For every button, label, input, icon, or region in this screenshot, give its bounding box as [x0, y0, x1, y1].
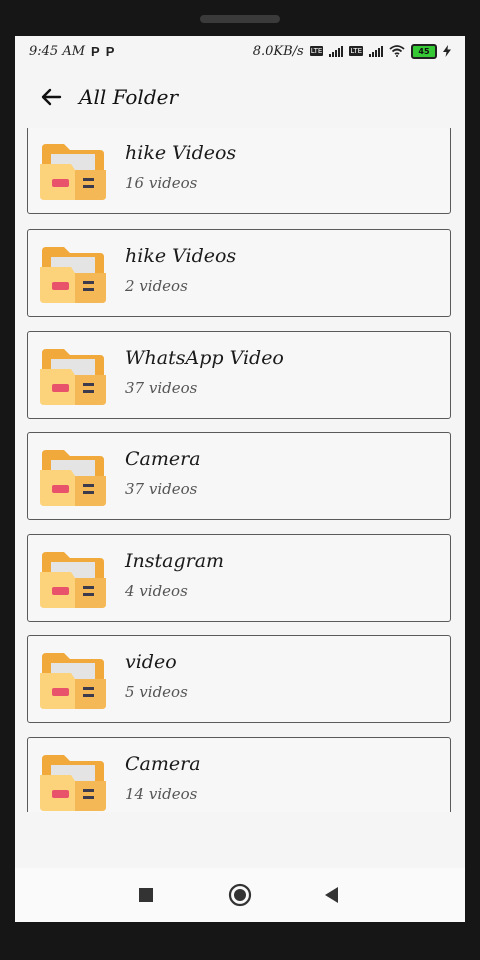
recents-button[interactable] [133, 882, 159, 908]
charging-icon [443, 45, 451, 57]
folder-icon [40, 552, 106, 608]
notification-icon: P [91, 43, 100, 59]
app-toolbar: All Folder [15, 66, 465, 128]
back-button[interactable] [31, 77, 71, 117]
folder-video-count: 4 videos [125, 582, 188, 600]
notification-icon: P [105, 43, 115, 59]
folder-item[interactable]: Camera 37 videos [27, 432, 451, 520]
folder-item[interactable]: hike Videos 2 videos [27, 229, 451, 317]
folder-video-count: 14 videos [125, 785, 198, 803]
folder-icon [40, 653, 106, 709]
signal-icon [329, 45, 344, 57]
triangle-back-icon [325, 887, 338, 903]
folder-video-count: 16 videos [125, 174, 198, 192]
folder-item[interactable]: Instagram 4 videos [27, 534, 451, 622]
folder-item[interactable]: video 5 videos [27, 635, 451, 723]
signal-icon [369, 45, 383, 57]
arrow-left-icon [41, 88, 62, 106]
folder-item[interactable]: WhatsApp Video 37 videos [27, 331, 451, 419]
square-icon [139, 888, 153, 902]
network-speed: 8.0KB/s [252, 43, 304, 59]
folder-list[interactable]: hike Videos 16 videos hike Videos 2 vide… [15, 128, 465, 812]
folder-item[interactable]: hike Videos 16 videos [27, 128, 451, 214]
folder-icon [40, 755, 106, 811]
folder-video-count: 2 videos [125, 277, 188, 295]
phone-frame: 9:45 AM P P 8.0KB/s LTE LTE 45 All Folde… [0, 0, 480, 960]
status-bar: 9:45 AM P P 8.0KB/s LTE LTE 45 [15, 36, 465, 66]
status-time: 9:45 AM [29, 43, 86, 59]
folder-video-count: 37 videos [125, 379, 198, 397]
page-title: All Folder [79, 85, 179, 109]
screen: 9:45 AM P P 8.0KB/s LTE LTE 45 All Folde… [15, 36, 465, 922]
phone-speaker [200, 15, 280, 23]
wifi-icon [389, 45, 405, 57]
circle-icon [228, 883, 252, 907]
folder-name: hike Videos [125, 245, 237, 267]
folder-name: video [125, 651, 177, 673]
nav-back-button[interactable] [319, 882, 345, 908]
folder-name: Camera [125, 753, 201, 775]
folder-name: WhatsApp Video [125, 347, 284, 369]
folder-video-count: 5 videos [125, 683, 188, 701]
folder-icon [40, 349, 106, 405]
battery-icon: 45 [411, 43, 437, 59]
folder-item[interactable]: Camera 14 videos [27, 737, 451, 812]
phone-bottom-bezel [0, 928, 480, 960]
folder-icon [40, 144, 106, 200]
system-nav-bar [15, 868, 465, 922]
home-button[interactable] [227, 882, 253, 908]
folder-name: Camera [125, 448, 201, 470]
folder-icon [40, 247, 106, 303]
folder-icon [40, 450, 106, 506]
folder-name: hike Videos [125, 142, 237, 164]
folder-name: Instagram [125, 550, 225, 572]
volte-icon: LTE [309, 46, 324, 56]
volte-icon: LTE [349, 46, 363, 56]
folder-video-count: 37 videos [125, 480, 198, 498]
